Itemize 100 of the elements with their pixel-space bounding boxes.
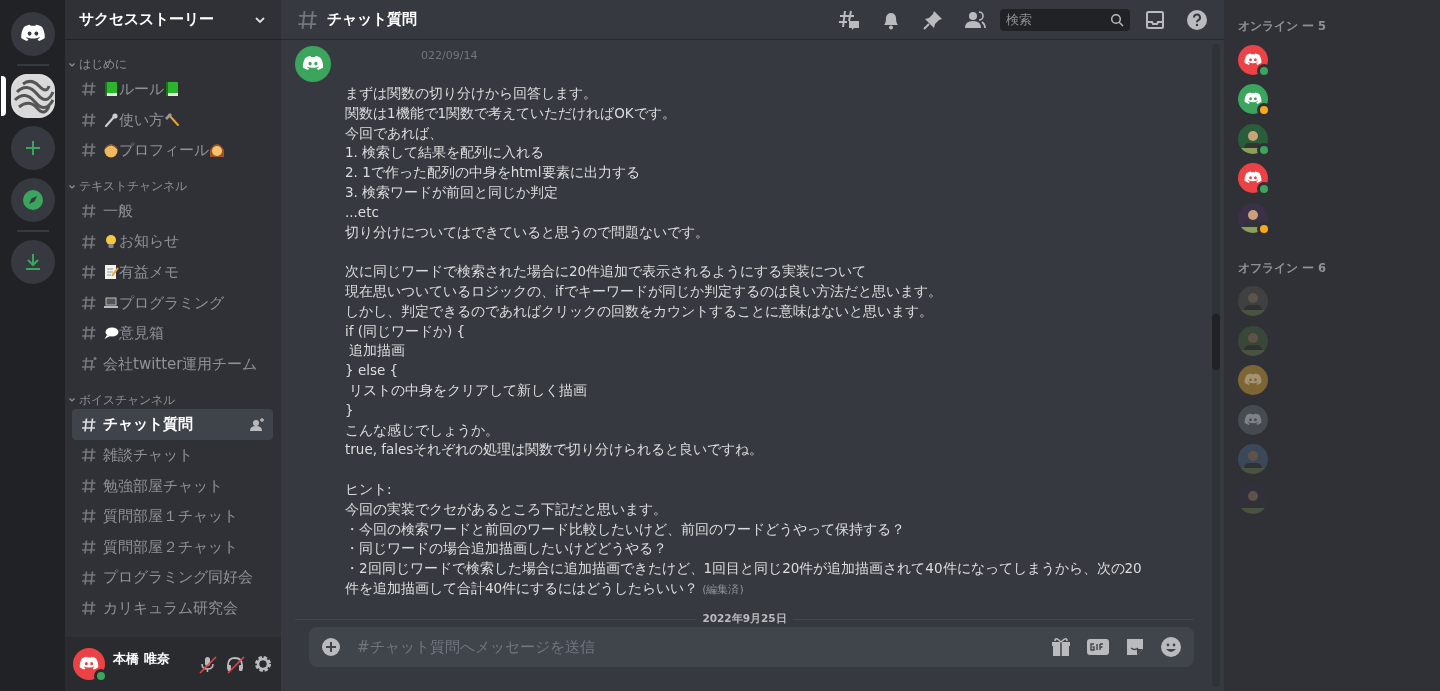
message-text: 1. 検索して結果を配列に入れる: [345, 143, 546, 163]
invite-icon[interactable]: [249, 416, 265, 433]
hash-icon: [81, 233, 97, 250]
date-divider: 2022年9月25日: [702, 611, 787, 627]
selection-pill: [0, 76, 6, 116]
hash-icon: [81, 569, 97, 586]
hash-icon: [81, 325, 97, 342]
settings-icon[interactable]: [253, 654, 273, 674]
hammer-icon: [164, 111, 180, 128]
chevron-down-icon[interactable]: [68, 182, 76, 191]
microphone-icon[interactable]: [197, 654, 217, 674]
message-text: ヒント:: [345, 479, 393, 499]
username: 本橋 唯奈: [113, 650, 171, 669]
inbox-icon[interactable]: [1144, 8, 1166, 31]
user-avatar[interactable]: [73, 648, 105, 680]
channel-item[interactable]: カリキュラム研究会: [72, 592, 273, 624]
emoji-icon[interactable]: [1160, 636, 1182, 658]
hash-icon: [81, 539, 97, 555]
headphones-icon[interactable]: [225, 654, 245, 674]
channel-item[interactable]: 有益メモ: [72, 256, 273, 288]
hash-icon: [81, 477, 97, 494]
channel-item[interactable]: 勉強部屋チャット: [72, 470, 273, 502]
search-field[interactable]: 検索: [1000, 8, 1130, 31]
channel-name: お知らせ: [119, 231, 179, 253]
gif-icon[interactable]: [1086, 637, 1110, 657]
threads-icon[interactable]: [838, 8, 860, 31]
scrollbar[interactable]: [1212, 44, 1220, 687]
book-icon: [164, 81, 180, 98]
category-name[interactable]: ボイスチャンネル: [79, 391, 175, 409]
message-text: }: [345, 400, 355, 420]
channel-name: 質問部屋１チャット: [103, 506, 238, 528]
message-text: 今回の実装でクセがあるところ下記だと思います。: [345, 499, 668, 519]
member-avatar[interactable]: [1238, 44, 1268, 75]
message-text: 今回であれば、: [345, 123, 444, 143]
category-name[interactable]: テキストチャンネル: [79, 178, 187, 196]
channel-name: プロフィール: [119, 140, 209, 162]
channel-name: ルール: [119, 79, 164, 101]
member-avatar[interactable]: [1238, 84, 1268, 115]
category-name[interactable]: はじめに: [79, 56, 127, 74]
hash-icon: [81, 111, 97, 128]
channel-item[interactable]: プログラミング同好会: [72, 562, 273, 593]
channel-name: 会社twitter運用チーム: [103, 353, 258, 375]
channel-name: 雑談チャット: [103, 445, 193, 466]
member-group-heading: オンライン ー 5: [1238, 18, 1327, 35]
member-avatar[interactable]: [1238, 163, 1268, 194]
channel-item[interactable]: 質問部屋１チャット: [72, 501, 273, 532]
member-avatar[interactable]: [1238, 123, 1268, 154]
message-text: ・2回同じワードで検索した場合に追加描画できたけど、1回目と同じ20件が追加描画されて40件になってしまうから、次の20: [345, 559, 1142, 579]
channel-item[interactable]: お知らせ: [72, 226, 273, 257]
notepad-icon: [103, 264, 119, 281]
member-avatar[interactable]: [1238, 202, 1268, 233]
channel-item[interactable]: 使い方: [72, 104, 273, 136]
channel-title: チャット質問: [327, 9, 418, 31]
channel-name: 一般: [103, 200, 133, 222]
message-text: 件を追加描画して合計40件にするにはどうしたらいい？: [345, 578, 699, 598]
channel-name: チャット質問: [103, 414, 193, 436]
hash-icon: [81, 416, 97, 433]
channel-item[interactable]: 意見箱: [72, 318, 273, 349]
timestamp: 022/09/14: [421, 48, 479, 64]
search-icon: [1110, 12, 1124, 27]
server-name[interactable]: サクセスストーリー: [79, 8, 214, 31]
message-text: リストの中身をクリアして新しく描画: [348, 380, 589, 400]
message-text: if (同じワードか) {: [345, 321, 467, 341]
help-icon[interactable]: [1186, 8, 1208, 31]
laptop-icon: [103, 294, 119, 311]
message-text: 2. 1で作った配列の中身をhtml要素に出力する: [345, 163, 641, 183]
message-text: 追加描画: [348, 341, 407, 361]
channel-name: プログラミング同好会: [103, 567, 253, 589]
hash-icon: [81, 447, 97, 464]
message-text: ・今回の検索ワードと前回のワード比較したいけど、前回のワードどうやって保持する？: [345, 519, 906, 539]
message-text: 現在思いついているロジックの、ifでキーワードが同じか判定するのは良い方法だと思います。: [345, 281, 943, 301]
channel-item[interactable]: 一般: [72, 195, 273, 227]
sticker-icon[interactable]: [1124, 636, 1146, 658]
message-text: 次に同じワードで検索された場合に20件追加で表示されるようにする実装について: [345, 262, 868, 282]
channel-name: カリキュラム研究会: [103, 597, 238, 619]
channel-item[interactable]: 雑談チャット: [72, 439, 273, 471]
pin-icon[interactable]: [922, 8, 944, 31]
thread-hash-icon: [81, 356, 97, 373]
channel-item[interactable]: チャット質問: [72, 409, 273, 440]
channel-item[interactable]: ルール: [72, 74, 273, 105]
hash-icon: [81, 81, 97, 98]
hash-icon: [81, 142, 97, 159]
server-button[interactable]: [10, 12, 55, 56]
message-text: 3. 検索ワードが前回と同じか判定: [345, 183, 560, 202]
hash-icon: [81, 264, 97, 281]
hash-icon: [81, 508, 97, 525]
hash-icon: [81, 600, 97, 617]
channel-item[interactable]: プロフィール: [72, 135, 273, 166]
gift-icon[interactable]: [1050, 636, 1072, 658]
book-icon: [103, 81, 119, 98]
channel-name: プログラミング: [119, 292, 224, 314]
channel-item[interactable]: プログラミング: [72, 287, 273, 319]
message-text: 関数は1機能で1関数で考えていただければOKです。: [345, 103, 677, 123]
compass-icon: [21, 189, 44, 211]
channel-item[interactable]: 会社twitter運用チーム: [72, 348, 273, 380]
members-icon[interactable]: [964, 8, 986, 31]
chevron-down-icon[interactable]: [68, 61, 76, 69]
channel-item[interactable]: 質問部屋２チャット: [72, 531, 273, 563]
user-avatar[interactable]: [295, 46, 331, 82]
plus-circle-icon[interactable]: [321, 637, 341, 657]
